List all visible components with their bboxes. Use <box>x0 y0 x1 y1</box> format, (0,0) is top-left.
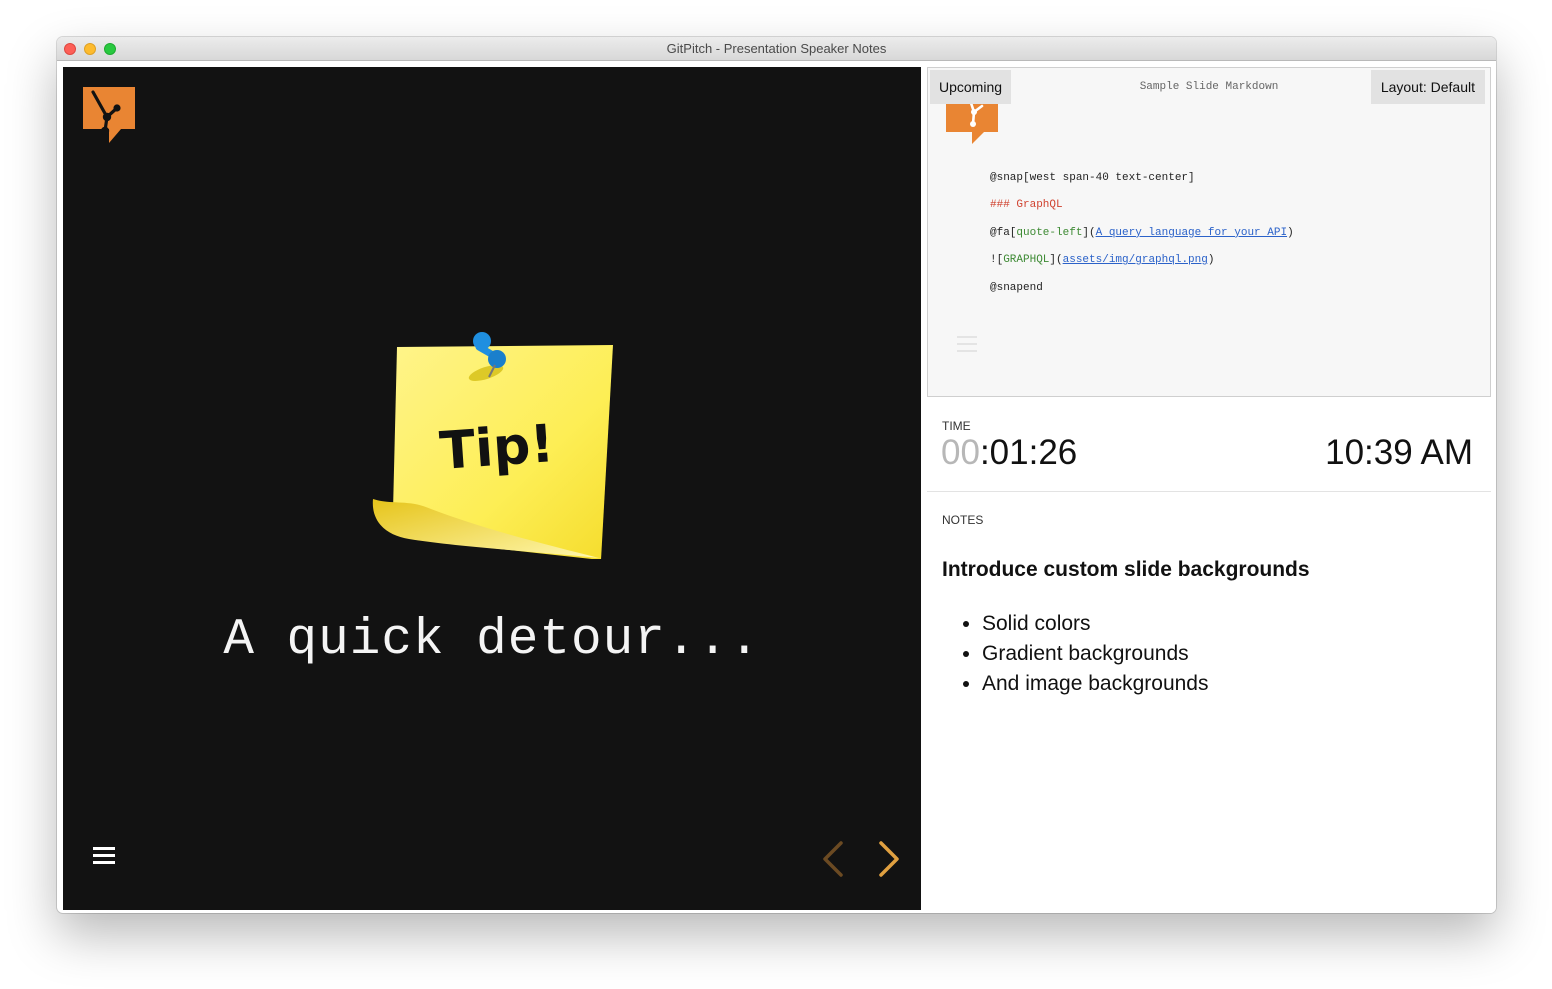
speaker-notes-panel: Upcoming Sample Slide Markdown Layout: D… <box>921 61 1496 913</box>
notes-heading: Introduce custom slide backgrounds <box>942 558 1310 581</box>
current-slide: Tip! A quick detour... <box>63 67 921 910</box>
notes-list: Solid colors Gradient backgrounds And im… <box>942 609 1208 699</box>
code-link[interactable]: assets/img/graphql.png <box>1063 254 1208 266</box>
code-link[interactable]: A query language for your API <box>1096 227 1287 239</box>
layout-button[interactable]: Layout: Default <box>1370 70 1485 104</box>
list-item: Solid colors <box>982 609 1208 639</box>
sticky-note-text: Tip! <box>438 414 556 482</box>
upcoming-slide-preview: Upcoming Sample Slide Markdown Layout: D… <box>927 67 1491 397</box>
code-line: ### GraphQL <box>990 199 1063 212</box>
chevron-right-icon[interactable] <box>877 839 901 879</box>
divider <box>927 491 1491 492</box>
code-line: @fa[quote-left](A query language for you… <box>990 226 1294 239</box>
markdown-code: @snap[west span-40 text-center] ### Grap… <box>990 172 1294 309</box>
sticky-note-image: Tip! <box>372 332 613 559</box>
chevron-left-icon[interactable] <box>821 839 845 879</box>
list-item: And image backgrounds <box>982 669 1208 699</box>
list-item: Gradient backgrounds <box>982 639 1208 669</box>
current-time: 10:39 AM <box>1325 433 1473 472</box>
window-title: GitPitch - Presentation Speaker Notes <box>666 41 887 56</box>
app-window: GitPitch - Presentation Speaker Notes Ti… <box>57 37 1496 913</box>
slide-heading: A quick detour... <box>223 612 761 669</box>
gitpitch-logo-icon <box>83 87 135 143</box>
code-line: @snap[west span-40 text-center] <box>990 172 1195 184</box>
hamburger-menu-icon <box>957 336 977 357</box>
notes-label: NOTES <box>942 513 984 527</box>
title-bar: GitPitch - Presentation Speaker Notes <box>57 37 1496 61</box>
code-line: @snapend <box>990 281 1043 294</box>
hamburger-menu-icon[interactable] <box>93 847 115 867</box>
time-label: TIME <box>942 419 971 433</box>
elapsed-timer[interactable]: 00:01:26 <box>941 433 1077 473</box>
code-line: ![GRAPHQL](assets/img/graphql.png) <box>990 254 1215 267</box>
